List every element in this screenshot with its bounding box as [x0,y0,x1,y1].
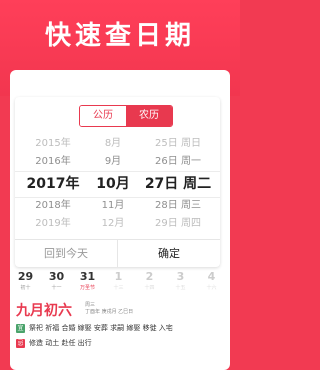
ji-text: 修造 动土 赴任 出行 [29,339,92,347]
dialog-footer: 回到今天 确定 [15,239,220,267]
page-title: 快速查日期 [44,21,195,51]
week-day[interactable]: 1 十三 [103,270,134,298]
week-strip: 29 初十 30 十一 31 万圣节 1 十三 2 十四 3 十五 4 十六 [10,270,230,298]
back-to-today-button[interactable]: 回到今天 [15,240,118,267]
date-picker-dialog: 公历 农历 2015年 2016年 2017年 2018年 2019年 8月 9… [15,97,220,267]
ganzhi-info: 周三 丁酉年 庚戌月 乙巳日 [85,302,134,315]
week-day[interactable]: 2 十四 [134,270,165,298]
lunar-date: 九月初六 [16,303,72,319]
week-day[interactable]: 30 十一 [41,270,72,298]
yi-row: 宜祭祀 祈福 合婚 嫁娶 安葬 求嗣 嫁娶 移徙 入宅 [16,323,173,333]
week-day[interactable]: 29 初十 [10,270,41,298]
yi-badge: 宜 [16,324,25,333]
solar-tab[interactable]: 公历 [80,106,126,126]
confirm-button[interactable]: 确定 [118,240,220,267]
calendar-type-toggle: 公历 农历 [79,105,173,127]
yi-text: 祭祀 祈福 合婚 嫁娶 安葬 求嗣 嫁娶 移徙 入宅 [29,324,173,332]
week-day[interactable]: 3 十五 [165,270,196,298]
lunar-tab[interactable]: 农历 [126,106,172,126]
week-day[interactable]: 4 十六 [196,270,227,298]
week-day[interactable]: 31 万圣节 [72,270,103,298]
ji-row: 忌修造 动土 赴任 出行 [16,338,92,348]
ji-badge: 忌 [16,339,25,348]
